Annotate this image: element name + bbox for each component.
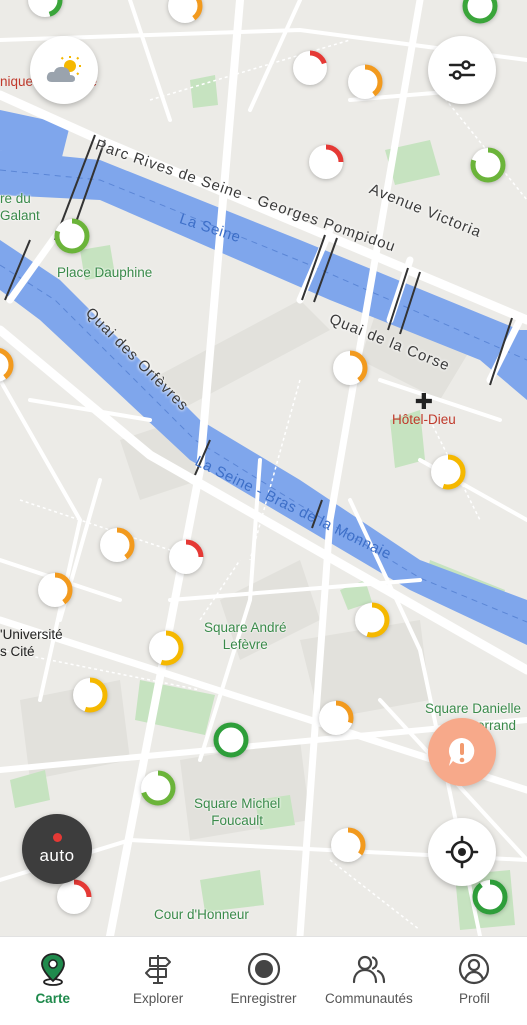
signpost-icon	[143, 951, 173, 987]
record-icon	[246, 951, 282, 987]
tab-communautes[interactable]: Communautés	[316, 937, 421, 1025]
tab-profil[interactable]: Profil	[422, 937, 527, 1025]
map-marker[interactable]	[352, 600, 392, 640]
tab-communautes-label: Communautés	[325, 991, 413, 1006]
map-marker[interactable]	[345, 62, 385, 102]
map-marker[interactable]	[35, 570, 75, 610]
map-marker[interactable]	[330, 348, 370, 388]
user-icon	[457, 951, 491, 987]
alert-button[interactable]	[428, 718, 496, 786]
bottom-navigation: Carte Explorer Enregistrer Communautés P…	[0, 936, 527, 1025]
map-view[interactable]: nique re Parc Rives de Seine - Georges P…	[0, 0, 527, 936]
tab-carte[interactable]: Carte	[0, 937, 105, 1025]
tab-enregistrer-label: Enregistrer	[230, 991, 297, 1006]
map-marker[interactable]	[25, 0, 65, 20]
hotel-dieu-poi[interactable]: ✚ Hôtel-Dieu	[392, 389, 456, 428]
exclamation-icon	[448, 737, 475, 766]
map-marker[interactable]	[306, 142, 346, 182]
tab-explorer[interactable]: Explorer	[105, 937, 210, 1025]
map-marker[interactable]	[328, 825, 368, 865]
map-marker[interactable]	[97, 525, 137, 565]
map-marker[interactable]	[211, 720, 251, 760]
map-pin-icon	[38, 951, 68, 987]
crosshair-icon	[445, 835, 479, 869]
tab-enregistrer[interactable]: Enregistrer	[211, 937, 316, 1025]
weather-button[interactable]	[30, 36, 98, 104]
people-icon	[351, 951, 387, 987]
cour-honneur-label: Cour d'Honneur	[154, 907, 249, 922]
hospital-cross-icon: ✚	[414, 389, 434, 414]
record-dot-icon	[52, 832, 62, 842]
auto-record-button[interactable]: auto	[22, 814, 92, 884]
universite-cite-label: 'Université s Cité	[0, 627, 63, 659]
tab-profil-label: Profil	[458, 991, 490, 1006]
map-marker[interactable]	[468, 145, 508, 185]
square-andre-lefevre-label: Square André Lefèvre	[204, 620, 287, 652]
place-vert-galant-label: re du Galant	[0, 191, 40, 223]
partly-sunny-icon	[46, 56, 81, 82]
auto-label: auto	[39, 845, 75, 865]
map-marker[interactable]	[470, 877, 510, 917]
filter-button[interactable]	[428, 36, 496, 104]
map-marker[interactable]	[460, 0, 500, 26]
map-marker[interactable]	[165, 0, 205, 26]
map-marker[interactable]	[428, 452, 468, 492]
map-marker[interactable]	[290, 48, 330, 88]
tab-carte-label: Carte	[35, 991, 70, 1006]
map-marker[interactable]	[316, 698, 356, 738]
place-dauphine-label: Place Dauphine	[57, 265, 153, 280]
square-michel-foucault-label: Square Michel Foucault	[194, 796, 281, 828]
tab-explorer-label: Explorer	[132, 991, 184, 1006]
locate-button[interactable]	[428, 818, 496, 886]
map-marker[interactable]	[146, 628, 186, 668]
hotel-dieu-label: Hôtel-Dieu	[392, 412, 456, 427]
map-marker[interactable]	[70, 675, 110, 715]
map-marker[interactable]	[138, 768, 178, 808]
sliders-icon	[448, 60, 476, 80]
map-marker[interactable]	[52, 216, 92, 256]
poi-fragment-label: nique	[0, 74, 34, 89]
map-marker[interactable]	[0, 345, 16, 385]
map-marker[interactable]	[166, 537, 206, 577]
